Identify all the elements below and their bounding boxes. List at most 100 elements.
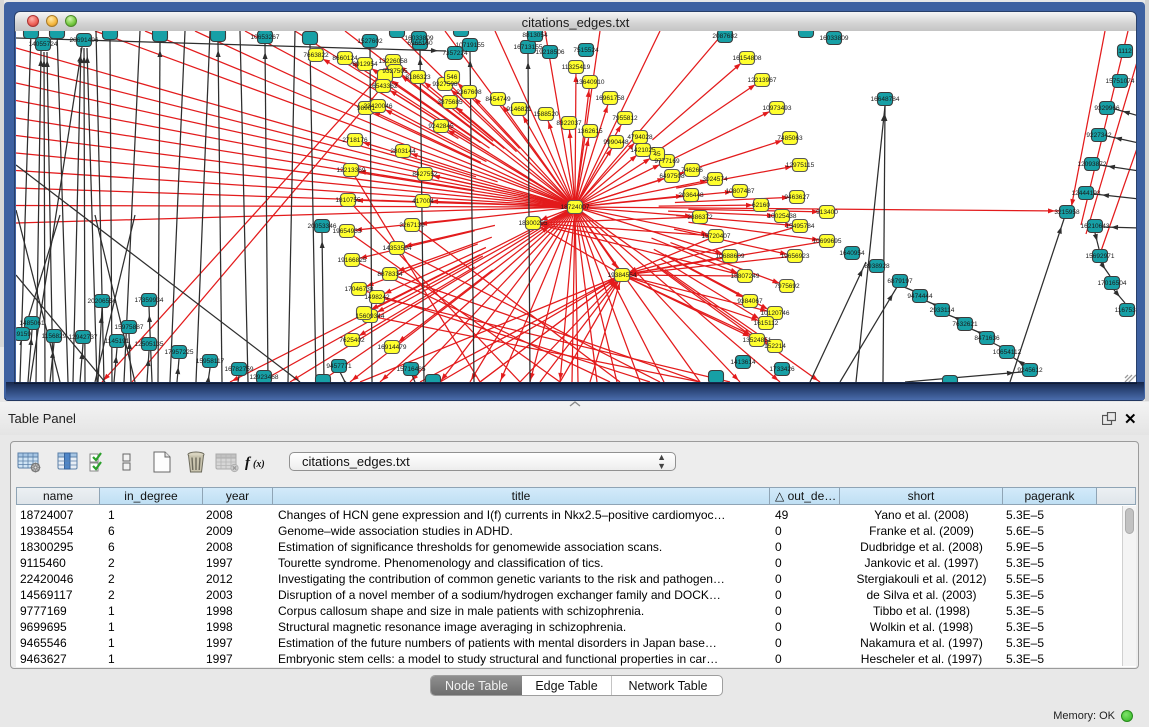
svg-text:12975115: 12975115 [786, 162, 815, 169]
svg-text:12923468: 12923468 [250, 374, 279, 381]
svg-text:16033809: 16033809 [820, 35, 849, 42]
svg-text:7955812: 7955812 [612, 115, 638, 122]
svg-text:13640910: 13640910 [576, 79, 605, 86]
svg-text:16648784: 16648784 [871, 96, 900, 103]
svg-text:18300295: 18300295 [519, 220, 548, 227]
svg-text:1413614: 1413614 [730, 359, 756, 366]
svg-text:8938928: 8938928 [864, 263, 890, 270]
svg-text:39159: 39159 [16, 331, 31, 338]
svg-text:2803144: 2803144 [390, 148, 416, 155]
svg-text:1167533: 1167533 [1115, 307, 1136, 314]
svg-text:9242845: 9242845 [428, 123, 454, 130]
svg-text:15975887: 15975887 [115, 324, 144, 331]
svg-text:17957225: 17957225 [165, 349, 194, 356]
svg-text:15720407: 15720407 [702, 233, 731, 240]
svg-text:20691406: 20691406 [70, 37, 99, 44]
svg-text:9227342: 9227342 [1086, 132, 1112, 139]
svg-text:3215958: 3215958 [1054, 209, 1080, 216]
svg-text:9245612: 9245612 [1017, 367, 1043, 374]
svg-text:15958117: 15958117 [196, 358, 225, 365]
svg-text:7625402: 7625402 [339, 337, 365, 344]
svg-text:9146821: 9146821 [506, 106, 532, 113]
svg-text:7515524: 7515524 [573, 47, 599, 54]
svg-text:7663822: 7663822 [303, 52, 329, 59]
svg-text:10025438: 10025438 [768, 213, 797, 220]
svg-text:20206556: 20206556 [88, 298, 117, 305]
svg-text:16914479: 16914479 [378, 344, 407, 351]
svg-text:10654112: 10654112 [993, 349, 1022, 356]
svg-text:1145191: 1145191 [105, 338, 130, 345]
svg-text:10699695: 10699695 [813, 238, 842, 245]
svg-text:1733426: 1733426 [769, 366, 795, 373]
svg-text:9384067: 9384067 [737, 298, 763, 305]
svg-text:8813054: 8813054 [522, 32, 548, 39]
svg-text:14055724: 14055724 [29, 41, 58, 48]
svg-text:16210643: 16210643 [1081, 223, 1110, 230]
svg-text:417004: 417004 [412, 198, 434, 205]
svg-text:15609344: 15609344 [356, 313, 385, 320]
svg-text:2386372: 2386372 [687, 214, 713, 221]
svg-text:19218506: 19218506 [536, 49, 565, 56]
svg-text:913400: 913400 [816, 209, 838, 216]
svg-text:3267130: 3267130 [399, 222, 425, 229]
svg-text:2933114: 2933114 [930, 307, 955, 314]
svg-text:10120746: 10120746 [761, 310, 790, 317]
svg-text:9327505: 9327505 [382, 68, 408, 75]
svg-text:12444193: 12444193 [1072, 190, 1101, 197]
svg-text:10807487: 10807487 [726, 188, 755, 195]
svg-text:17359934: 17359934 [135, 297, 164, 304]
svg-text:10688609: 10688609 [716, 253, 745, 260]
svg-text:4794028: 4794028 [627, 134, 653, 141]
svg-text:9777169: 9777169 [654, 158, 680, 165]
svg-text:9457771: 9457771 [326, 363, 352, 370]
svg-text:1588520: 1588520 [533, 111, 559, 118]
svg-text:19654933: 19654933 [333, 228, 362, 235]
svg-text:12505135: 12505135 [135, 341, 164, 348]
svg-text:9990448: 9990448 [603, 139, 629, 146]
svg-text:16543362: 16543362 [369, 83, 398, 90]
svg-text:62160: 62160 [752, 202, 770, 209]
svg-text:9463627: 9463627 [784, 194, 810, 201]
svg-text:3024574: 3024574 [702, 176, 728, 183]
svg-text:1527602: 1527602 [357, 38, 383, 45]
svg-text:16154808: 16154808 [733, 55, 762, 62]
svg-text:16961758: 16961758 [596, 95, 625, 102]
svg-text:19656923: 19656923 [781, 253, 810, 260]
svg-text:15495784: 15495784 [786, 223, 815, 230]
svg-text:7975692: 7975692 [774, 283, 800, 290]
svg-text:23420046: 23420046 [364, 103, 393, 110]
svg-text:18724007: 18724007 [561, 204, 590, 211]
svg-text:7632621: 7632621 [952, 321, 978, 328]
svg-text:15692971: 15692971 [1086, 253, 1115, 260]
svg-text:1421025: 1421025 [630, 147, 656, 154]
svg-text:546: 546 [447, 74, 458, 81]
svg-text:12093872: 12093872 [1078, 161, 1107, 168]
svg-text:12213967: 12213967 [748, 77, 777, 84]
svg-text:10653267: 10653267 [251, 34, 280, 41]
svg-text:1498242: 1498242 [364, 294, 390, 301]
svg-text:10719155: 10719155 [456, 42, 485, 49]
svg-text:2087682: 2087682 [712, 33, 738, 40]
svg-text:1485061: 1485061 [19, 320, 45, 327]
svg-text:10973493: 10973493 [763, 105, 792, 112]
svg-text:8186323: 8186323 [405, 74, 431, 81]
svg-text:8660124: 8660124 [332, 55, 358, 62]
svg-text:6497508: 6497508 [659, 173, 685, 180]
svg-text:8471636: 8471636 [974, 335, 1000, 342]
svg-text:1362615: 1362615 [577, 128, 603, 135]
svg-text:f: f [245, 455, 252, 471]
svg-text:1615112: 1615112 [754, 320, 779, 327]
svg-text:2718176: 2718176 [342, 137, 368, 144]
svg-text:2036448: 2036448 [678, 192, 704, 199]
svg-text:14353594: 14353594 [383, 245, 412, 252]
svg-text:8322037: 8322037 [556, 120, 582, 127]
svg-text:12942737: 12942737 [69, 334, 98, 341]
svg-text:8912954: 8912954 [352, 61, 378, 68]
svg-text:8454749: 8454749 [485, 96, 511, 103]
svg-text:1156829: 1156829 [42, 333, 67, 340]
svg-text:8427552: 8427552 [412, 171, 438, 178]
svg-text:12213369: 12213369 [337, 167, 366, 174]
svg-text:1112: 1112 [1118, 48, 1132, 55]
svg-text:19384554: 19384554 [608, 272, 637, 279]
svg-text:3875685: 3875685 [437, 99, 463, 106]
